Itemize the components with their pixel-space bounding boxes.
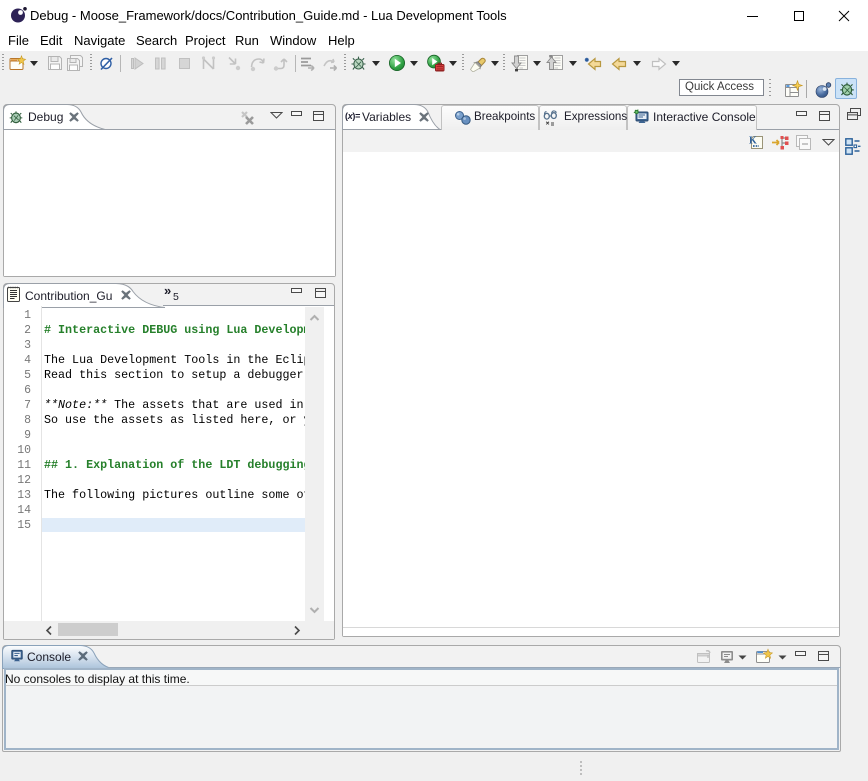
svg-text:K: K [749,136,757,147]
